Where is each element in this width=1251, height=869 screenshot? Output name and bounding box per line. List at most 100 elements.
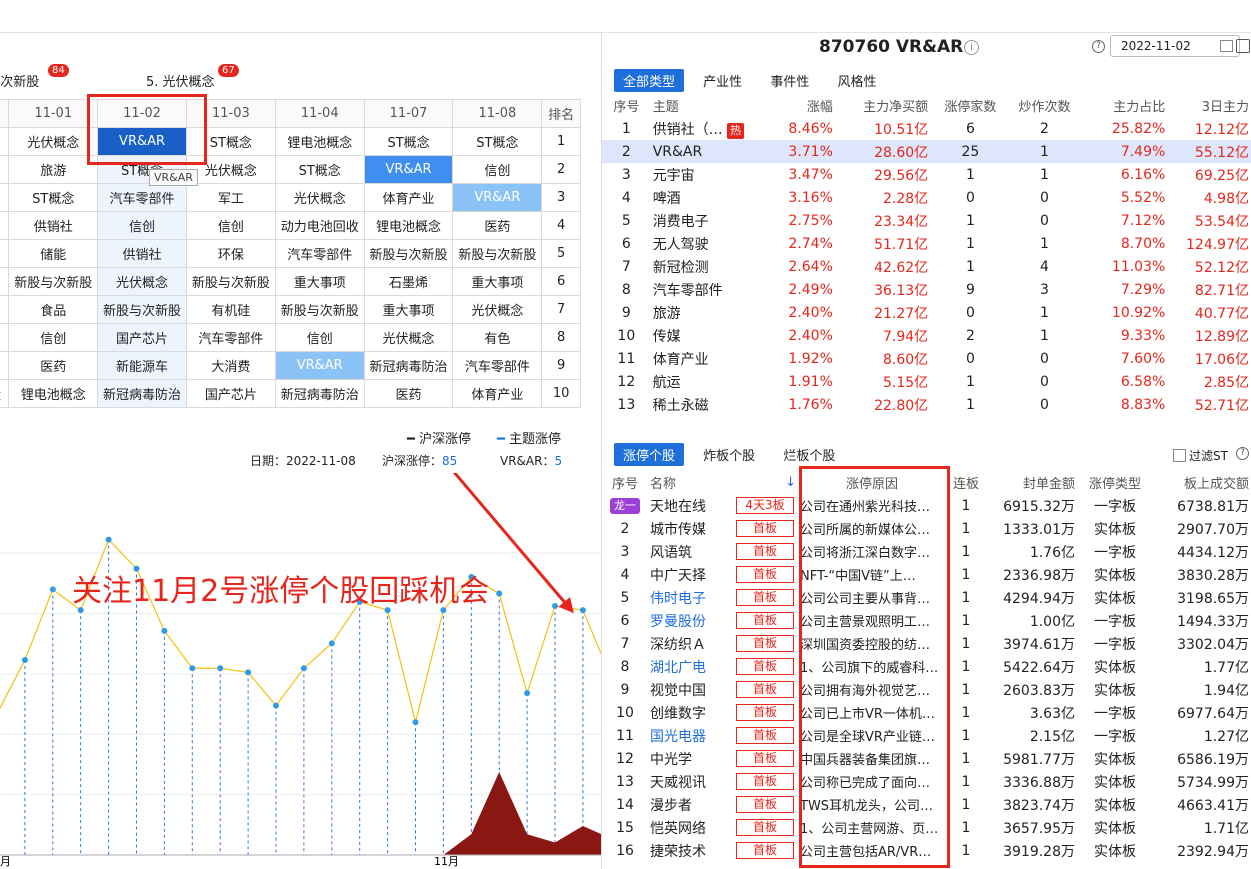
stock-name[interactable]: 漫步者 <box>650 798 692 814</box>
grid-cell[interactable]: 重大事项 <box>363 295 454 324</box>
grid-cell[interactable]: 锂电池概念 <box>363 211 454 240</box>
stock-name[interactable]: 湖北广电 <box>650 660 706 676</box>
grid-cell[interactable]: 军工 <box>185 183 276 212</box>
grid-cell[interactable]: 信创 <box>8 323 99 352</box>
grid-cell[interactable]: 2 <box>541 155 581 184</box>
column-header[interactable]: 3日主力 <box>1167 93 1251 117</box>
stock-name[interactable]: 天威视讯 <box>650 775 706 791</box>
stock-name[interactable]: 中广天择 <box>650 568 706 584</box>
help-icon[interactable]: ? <box>1092 40 1105 53</box>
tab-industry[interactable]: 产业性 <box>694 69 751 92</box>
grid-cell[interactable]: 大消费 <box>185 351 276 380</box>
grid-cell[interactable]: 供销社 <box>8 211 99 240</box>
help-icon[interactable]: ? <box>1236 447 1249 460</box>
column-header[interactable]: 名称 <box>648 470 732 494</box>
grid-cell[interactable]: 动力电池回收 <box>274 211 365 240</box>
grid-header-cell[interactable]: 11-04 <box>274 99 365 128</box>
grid-cell[interactable]: 新股与次新股 <box>274 295 365 324</box>
grid-cell[interactable] <box>0 239 10 268</box>
grid-cell[interactable]: 汽车零部件 <box>97 183 187 212</box>
grid-cell[interactable]: 储能 <box>8 239 99 268</box>
stock-name[interactable]: 天地在线 <box>650 499 706 515</box>
grid-cell[interactable]: ST概念 <box>363 127 454 156</box>
grid-cell[interactable]: 新股与次新股 <box>97 295 187 324</box>
column-header[interactable]: 序号 <box>602 93 651 117</box>
grid-cell[interactable]: 10 <box>541 379 581 408</box>
grid-cell[interactable]: 锂电池概念 <box>274 127 365 156</box>
grid-cell[interactable]: 新股与次新股 <box>452 239 543 268</box>
grid-cell[interactable]: 4 <box>541 211 581 240</box>
info-icon[interactable]: i <box>964 40 979 55</box>
stock-name[interactable]: 捷荣技术 <box>650 844 706 860</box>
theme-row[interactable]: 11 体育产业 1.92% 8.60亿 0 0 7.60% 17.06亿 <box>602 347 1251 370</box>
tab-weak[interactable]: 烂板个股 <box>774 443 844 466</box>
grid-cell[interactable]: VR&AR <box>363 155 454 184</box>
theme-row[interactable]: 10 传媒 2.40% 7.94亿 2 1 9.33% 12.89亿 <box>602 324 1251 347</box>
theme-row[interactable]: 13 稀土永磁 1.76% 22.80亿 1 0 8.83% 52.71亿 <box>602 393 1251 416</box>
theme-row[interactable]: 6 无人驾驶 2.74% 51.71亿 1 1 8.70% 124.97亿 <box>602 232 1251 255</box>
grid-cell[interactable]: 光伏概念 <box>8 127 99 156</box>
theme-row[interactable]: 3 元宇宙 3.47% 29.56亿 1 1 6.16% 69.25亿 <box>602 163 1251 186</box>
grid-cell[interactable]: 设 <box>0 379 10 408</box>
grid-cell[interactable]: 光伏概念 <box>363 323 454 352</box>
tab-all[interactable]: 全部类型 <box>614 69 685 92</box>
grid-cell[interactable]: 食品 <box>8 295 99 324</box>
grid-cell[interactable]: ST概念 <box>8 183 99 212</box>
calendar-icon[interactable] <box>1220 40 1233 52</box>
grid-cell[interactable] <box>0 351 10 380</box>
grid-cell[interactable] <box>0 323 10 352</box>
column-header[interactable]: 板上成交额 <box>1153 470 1251 494</box>
stock-name[interactable]: 伟时电子 <box>650 591 706 607</box>
grid-cell[interactable]: 汽车零部件 <box>185 323 276 352</box>
grid-cell[interactable]: VR&AR <box>452 183 543 212</box>
theme-row[interactable]: 2 VR&AR 3.71% 28.60亿 25 1 7.49% 55.12亿 <box>602 140 1251 163</box>
grid-cell[interactable]: VR&AR <box>274 351 365 380</box>
grid-cell[interactable]: 汽车零部件 <box>274 239 365 268</box>
grid-cell[interactable]: 体育产业 <box>452 379 543 408</box>
grid-cell[interactable]: 供销社 <box>97 239 187 268</box>
grid-cell[interactable]: 新能源车 <box>97 351 187 380</box>
grid-cell[interactable]: 光伏概念 <box>97 267 187 296</box>
column-header[interactable]: 涨幅 <box>776 93 835 117</box>
column-header[interactable]: 序号 <box>602 470 648 494</box>
grid-cell[interactable]: 新股与次新股 <box>363 239 454 268</box>
theme-row[interactable]: 7 新冠检测 2.64% 42.62亿 1 4 11.03% 52.12亿 <box>602 255 1251 278</box>
grid-header-cell[interactable]: 11-01 <box>8 99 99 128</box>
grid-cell[interactable]: 新股与次新股 <box>8 267 99 296</box>
grid-cell[interactable]: 重大事项 <box>452 267 543 296</box>
grid-cell[interactable]: 有机硅 <box>185 295 276 324</box>
theme-row[interactable]: 4 啤酒 3.16% 2.28亿 0 0 5.52% 4.98亿 <box>602 186 1251 209</box>
grid-cell[interactable]: 锂电池概念 <box>8 379 99 408</box>
theme-row[interactable]: 9 旅游 2.40% 21.27亿 0 1 10.92% 40.77亿 <box>602 301 1251 324</box>
stock-name[interactable]: 罗曼股份 <box>650 614 706 630</box>
category-tab-new-stock[interactable]: 5次新股 <box>0 71 39 90</box>
grid-cell[interactable]: ST概念 <box>452 127 543 156</box>
grid-cell[interactable]: 光伏概念 <box>452 295 543 324</box>
grid-cell[interactable]: 医药 <box>8 351 99 380</box>
tab-style[interactable]: 风格性 <box>828 69 885 92</box>
grid-cell[interactable]: 9 <box>541 351 581 380</box>
grid-cell[interactable]: 国产芯片 <box>185 379 276 408</box>
theme-row[interactable]: 1 供销社（… 热 8.46% 10.51亿 6 2 25.82% 12.12亿 <box>602 117 1251 140</box>
stock-name[interactable]: 创维数字 <box>650 706 706 722</box>
grid-cell[interactable]: 信创 <box>97 211 187 240</box>
column-header[interactable]: 连板 <box>946 470 986 494</box>
grid-cell[interactable]: 5 <box>541 239 581 268</box>
grid-cell[interactable]: 医药 <box>452 211 543 240</box>
stock-name[interactable]: 风语筑 <box>650 545 692 561</box>
grid-cell[interactable]: 汽车零部件 <box>452 351 543 380</box>
category-tab-pv[interactable]: 5. 光伏概念 <box>146 71 215 90</box>
tab-event[interactable]: 事件性 <box>761 69 818 92</box>
grid-cell[interactable]: 新冠病毒防治 <box>97 379 187 408</box>
grid-cell[interactable]: 信创 <box>274 323 365 352</box>
column-header[interactable]: 主题 <box>651 93 776 117</box>
column-header[interactable]: 主力净买额 <box>835 93 930 117</box>
column-header[interactable]: 涨停家数 <box>930 93 1010 117</box>
stock-name[interactable]: 国光电器 <box>650 729 706 745</box>
grid-cell[interactable]: 3 <box>541 183 581 212</box>
grid-cell[interactable]: 信创 <box>185 211 276 240</box>
grid-cell[interactable] <box>0 211 10 240</box>
filter-st-checkbox[interactable]: 过滤ST <box>1173 447 1228 464</box>
grid-cell[interactable]: 7 <box>541 295 581 324</box>
grid-header-cell[interactable]: 11-08 <box>452 99 543 128</box>
